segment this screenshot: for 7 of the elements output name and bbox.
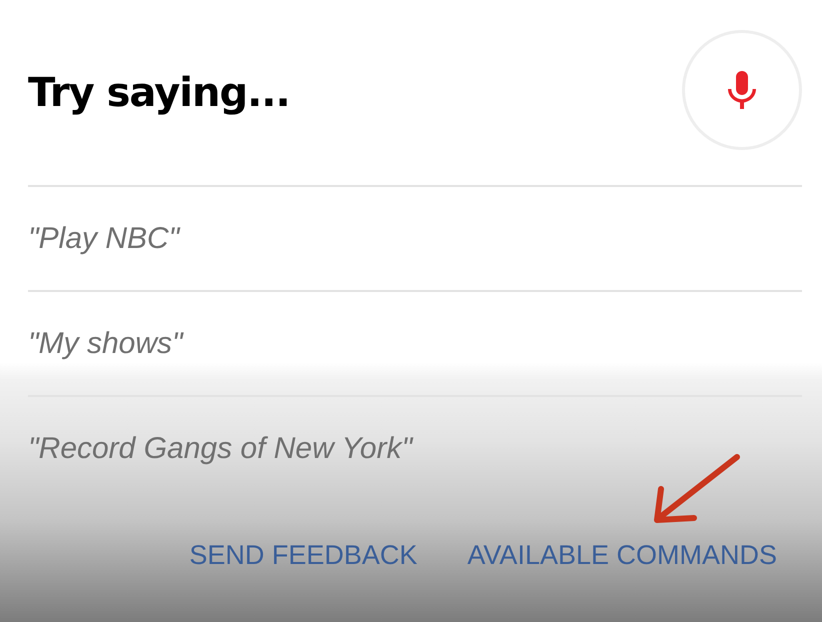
suggestion-text: "Record Gangs of New York" [28,432,412,466]
suggestion-text: "My shows" [28,326,183,360]
microphone-icon [728,71,756,109]
action-link[interactable]: AVAILABLE COMMANDS [455,530,789,581]
action-link[interactable]: SEND FEEDBACK [177,530,430,581]
dialog-title: Try saying... [28,70,290,116]
suggestion-text: "Play NBC" [28,222,180,256]
